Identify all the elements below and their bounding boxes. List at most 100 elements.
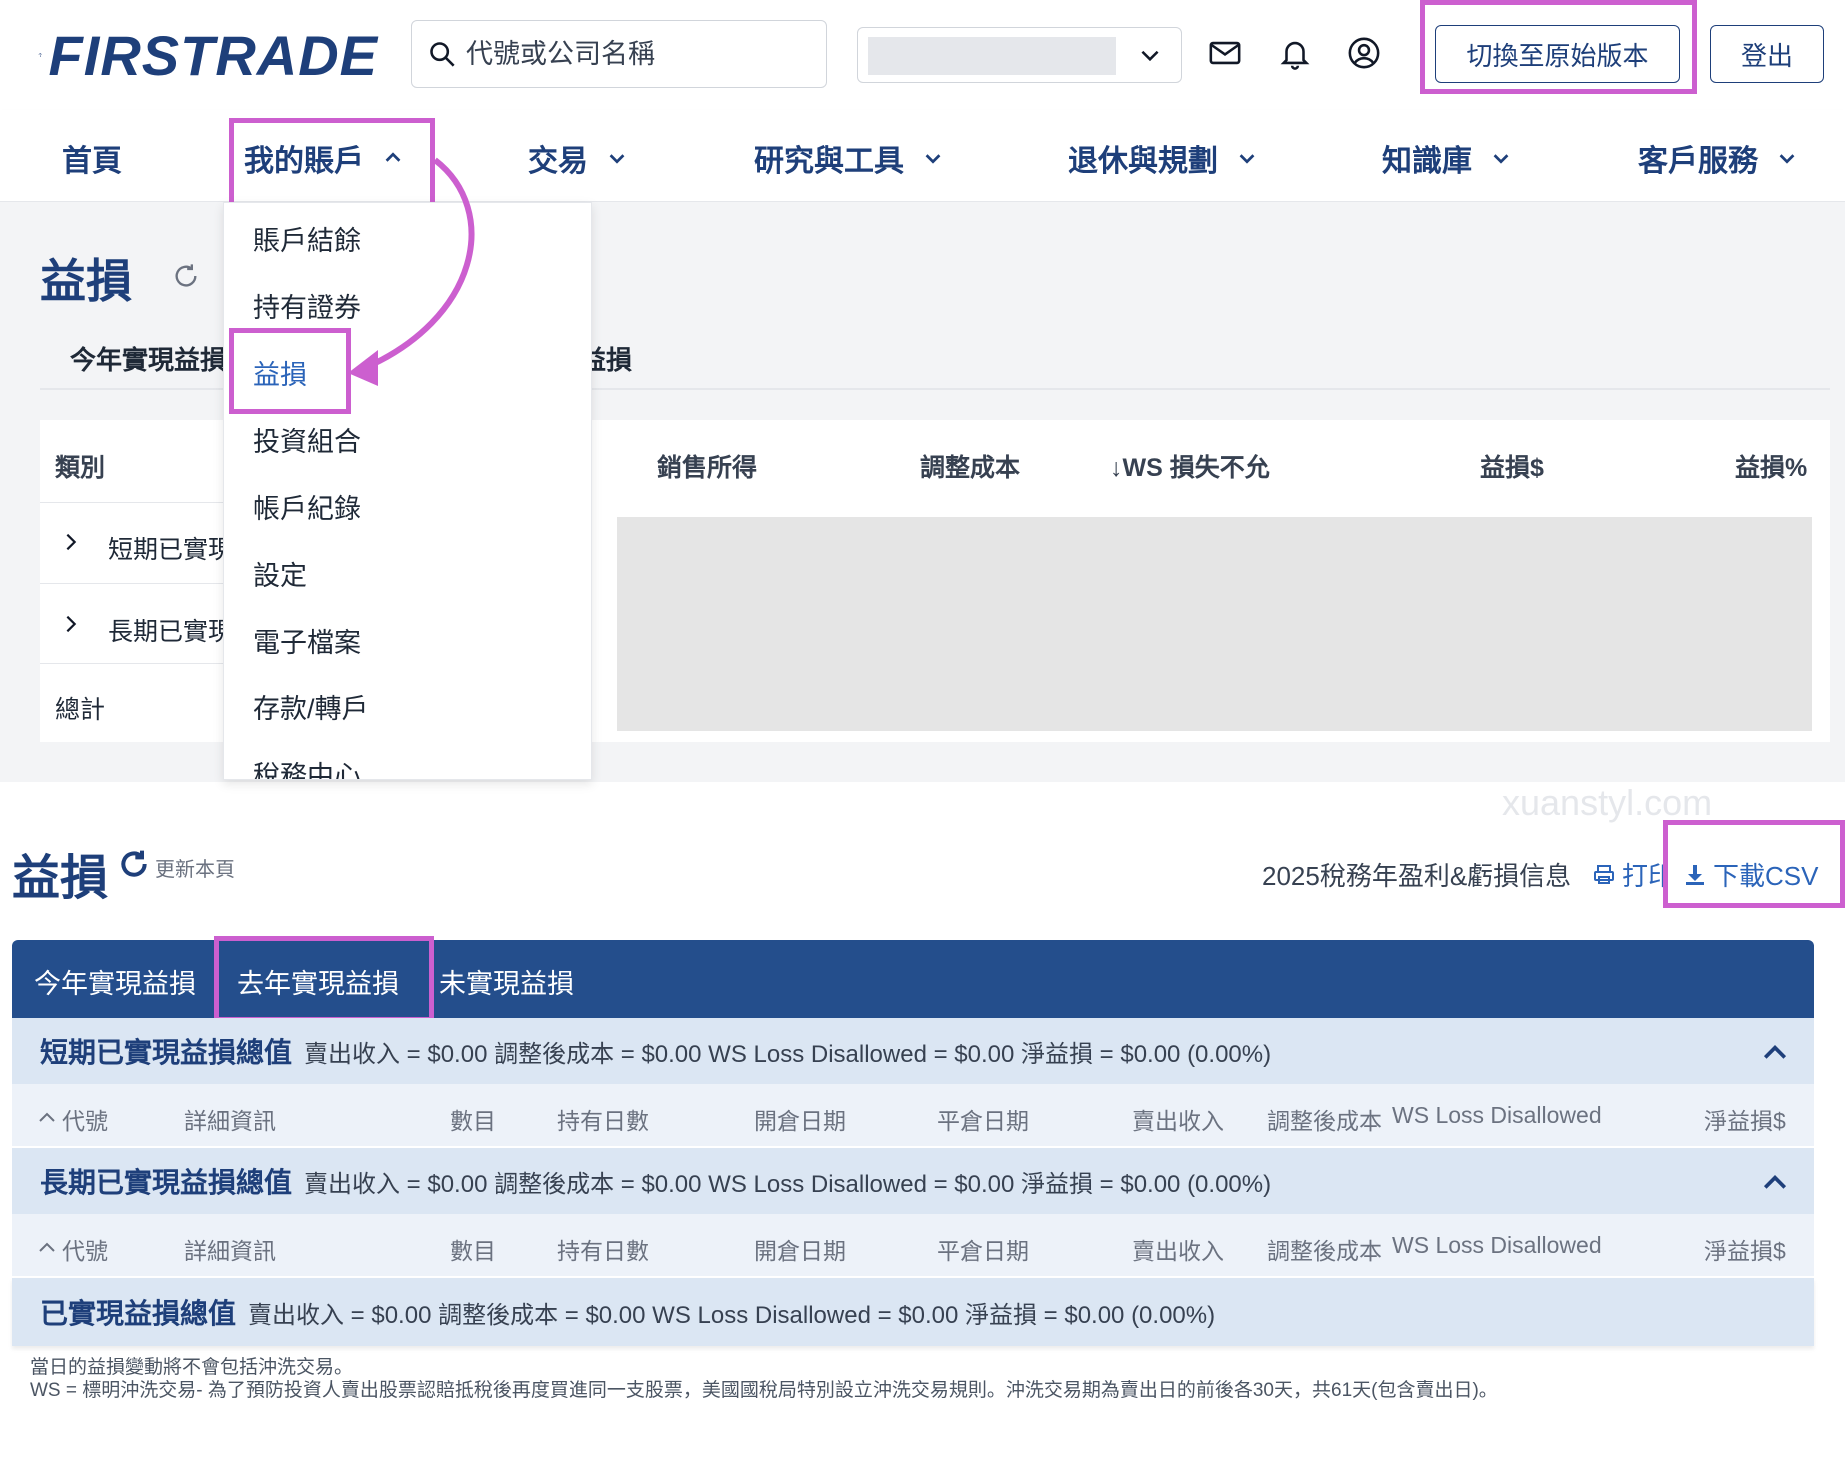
col-symbol[interactable]: 代號 [62, 1232, 108, 1266]
annotation-arrow [348, 157, 475, 386]
nav-label: 知識庫 [1382, 145, 1472, 178]
download-csv-link[interactable]: 下載CSV [1683, 856, 1818, 893]
chevron-up-icon[interactable] [1762, 1172, 1788, 1192]
short-term-column-header: 代號 詳細資訊 數目 持有日數 開倉日期 平倉日期 賣出收入 調整後成本 WS … [12, 1084, 1814, 1146]
row-total: 總計 [55, 696, 106, 724]
header-ws-loss[interactable]: ↓WS 損失不允 [1110, 448, 1270, 484]
account-select[interactable] [857, 27, 1182, 83]
short-term-summary-row[interactable]: 短期已實現益損總值 賣出收入 = $0.00 調整後成本 = $0.00 WS … [12, 1018, 1814, 1084]
col-proceeds[interactable]: 賣出收入 [1132, 1232, 1224, 1266]
header-adjusted-cost: 調整成本 [920, 454, 1021, 482]
col-details[interactable]: 詳細資訊 [184, 1232, 276, 1266]
nav-home[interactable]: 首頁 [62, 136, 122, 180]
nav-research-tools[interactable]: 研究與工具 [754, 136, 944, 180]
row-short-term[interactable]: 短期已實現 [108, 530, 233, 566]
col-ws-loss-disallowed[interactable]: WS Loss Disallowed [1392, 1102, 1602, 1129]
nav-label: 首頁 [62, 145, 122, 178]
refresh-icon[interactable] [172, 262, 200, 290]
col-net-pl[interactable]: 淨益損$ [1704, 1102, 1786, 1136]
printer-icon [1594, 864, 1614, 884]
total-title: 已實現益損總值 [40, 1298, 237, 1329]
menu-item-settings[interactable]: 設定 [253, 554, 307, 593]
page-title: 益損 [40, 255, 132, 307]
search-box[interactable] [411, 20, 827, 88]
total-values: 賣出收入 = $0.00 調整後成本 = $0.00 WS Loss Disal… [248, 1301, 1216, 1329]
long-term-values: 賣出收入 = $0.00 調整後成本 = $0.00 WS Loss Disal… [304, 1170, 1272, 1198]
tab-unrealized[interactable]: 未實現益損 [439, 962, 574, 1001]
account-number-redacted [868, 37, 1116, 75]
col-close-date[interactable]: 平倉日期 [937, 1232, 1029, 1266]
long-term-title: 長期已實現益損總值 [40, 1167, 293, 1198]
chevron-down-icon [1239, 154, 1255, 164]
bell-icon[interactable] [1278, 36, 1312, 70]
row-divider [40, 502, 230, 503]
print-link[interactable]: 打印 [1592, 856, 1674, 893]
chevron-down-icon [1141, 50, 1159, 62]
highlight-last-year-tab [214, 936, 434, 1022]
nav-label: 交易 [528, 145, 588, 178]
search-input[interactable] [466, 38, 796, 70]
header-category: 類別 [55, 454, 106, 482]
download-csv-label: 下載CSV [1713, 861, 1819, 891]
short-term-title: 短期已實現益損總值 [40, 1037, 293, 1068]
chevron-down-icon [1779, 154, 1795, 164]
col-adjusted-cost[interactable]: 調整後成本 [1267, 1232, 1382, 1266]
menu-item-portfolio[interactable]: 投資組合 [253, 420, 361, 459]
col-open-date[interactable]: 開倉日期 [754, 1232, 846, 1266]
header-pl-dollar: 益損$ [1480, 454, 1544, 482]
tab-current-year-realized[interactable]: 今年實現益損 [70, 340, 226, 377]
refresh-page-link[interactable]: 更新本頁 [155, 853, 235, 882]
download-icon [1686, 864, 1704, 885]
sort-up-icon[interactable] [38, 1240, 56, 1254]
header-proceeds: 銷售所得 [657, 454, 758, 482]
nav-knowledge-base[interactable]: 知識庫 [1382, 136, 1512, 180]
col-quantity[interactable]: 數目 [450, 1232, 496, 1266]
chevron-down-icon [1493, 154, 1509, 164]
user-profile-icon[interactable] [1347, 36, 1381, 70]
logo-mark-icon [38, 52, 43, 58]
nav-label: 客戶服務 [1638, 145, 1758, 178]
col-net-pl[interactable]: 淨益損$ [1704, 1232, 1786, 1266]
total-summary-row: 已實現益損總值 賣出收入 = $0.00 調整後成本 = $0.00 WS Lo… [12, 1278, 1814, 1346]
col-ws-loss-disallowed[interactable]: WS Loss Disallowed [1392, 1232, 1602, 1259]
chevron-right-icon[interactable] [60, 530, 82, 554]
switch-version-button[interactable]: 切換至原始版本 [1435, 25, 1680, 83]
footnote-ws-definition: WS = 標明沖洗交易- 為了預防投資人賣出股票認賠抵稅後再度買進同一支股票，美… [30, 1380, 1498, 1401]
row-long-term[interactable]: 長期已實現 [108, 612, 233, 648]
watermark: xuanstyl.com [1502, 782, 1713, 823]
redacted-data-area [617, 517, 1812, 731]
col-symbol[interactable]: 代號 [62, 1102, 108, 1136]
lower-page-title: 益損 [12, 852, 109, 905]
col-days-held[interactable]: 持有日數 [557, 1232, 649, 1266]
logout-button[interactable]: 登出 [1710, 25, 1824, 83]
nav-label: 退休與規劃 [1068, 145, 1218, 178]
logo-text: FIRSTRADE [48, 23, 378, 87]
menu-item-documents[interactable]: 電子檔案 [253, 621, 361, 660]
sort-up-icon[interactable] [38, 1110, 56, 1124]
long-term-column-header: 代號 詳細資訊 數目 持有日數 開倉日期 平倉日期 賣出收入 調整後成本 WS … [12, 1214, 1814, 1276]
col-close-date[interactable]: 平倉日期 [937, 1102, 1029, 1136]
nav-trade[interactable]: 交易 [528, 136, 628, 180]
mail-icon[interactable] [1208, 36, 1242, 70]
col-details[interactable]: 詳細資訊 [184, 1102, 276, 1136]
tab-current-year-realized[interactable]: 今年實現益損 [34, 962, 196, 1001]
refresh-icon[interactable] [118, 848, 150, 880]
nav-label: 研究與工具 [754, 145, 904, 178]
menu-item-deposit-transfer[interactable]: 存款/轉戶 [253, 687, 369, 726]
col-open-date[interactable]: 開倉日期 [754, 1102, 846, 1136]
menu-item-tax-center[interactable]: 稅務中心 [253, 754, 361, 779]
search-icon [430, 42, 455, 67]
chevron-down-icon [609, 154, 625, 164]
long-term-summary-row[interactable]: 長期已實現益損總值 賣出收入 = $0.00 調整後成本 = $0.00 WS … [12, 1148, 1814, 1214]
col-days-held[interactable]: 持有日數 [557, 1102, 649, 1136]
col-quantity[interactable]: 數目 [450, 1102, 496, 1136]
chevron-right-icon[interactable] [60, 612, 82, 636]
col-adjusted-cost[interactable]: 調整後成本 [1267, 1102, 1382, 1136]
menu-item-account-history[interactable]: 帳戶紀錄 [253, 487, 361, 526]
tax-year-info: 2025稅務年盈利&虧損信息 [1262, 861, 1572, 891]
firstrade-logo[interactable]: FIRSTRADE [38, 20, 378, 90]
nav-retirement-planning[interactable]: 退休與規劃 [1068, 136, 1258, 180]
chevron-up-icon[interactable] [1762, 1042, 1788, 1062]
col-proceeds[interactable]: 賣出收入 [1132, 1102, 1224, 1136]
nav-customer-service[interactable]: 客戶服務 [1638, 136, 1798, 180]
